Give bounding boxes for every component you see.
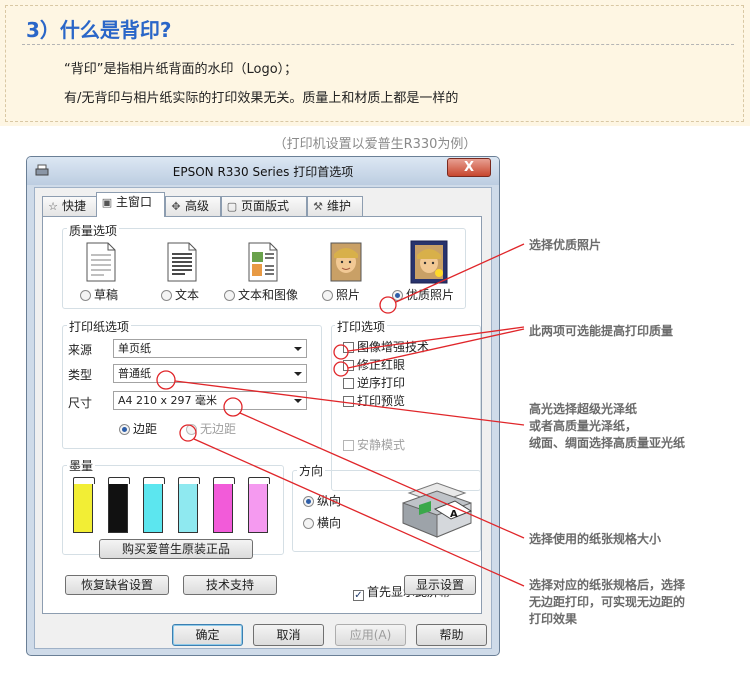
printer-icon: ▣ [101, 196, 113, 209]
leader-image-enhance [347, 326, 525, 352]
leader-paper-size [239, 412, 525, 539]
leader-best-photo [395, 243, 525, 303]
leader-red-eye [347, 328, 525, 369]
tab-label: 主窗口 [116, 195, 153, 209]
circle-image-enhance [333, 344, 349, 360]
circle-borderless [179, 424, 197, 442]
leader-borderless [193, 438, 525, 587]
circle-paper-size [223, 397, 243, 417]
circle-best-photo [379, 296, 397, 314]
annotation-overlay [156, 243, 525, 587]
tab-main[interactable]: ▣ 主窗口 [96, 192, 165, 217]
circle-red-eye [333, 361, 349, 377]
circle-paper-type [156, 370, 176, 390]
leader-paper-type [174, 380, 525, 426]
